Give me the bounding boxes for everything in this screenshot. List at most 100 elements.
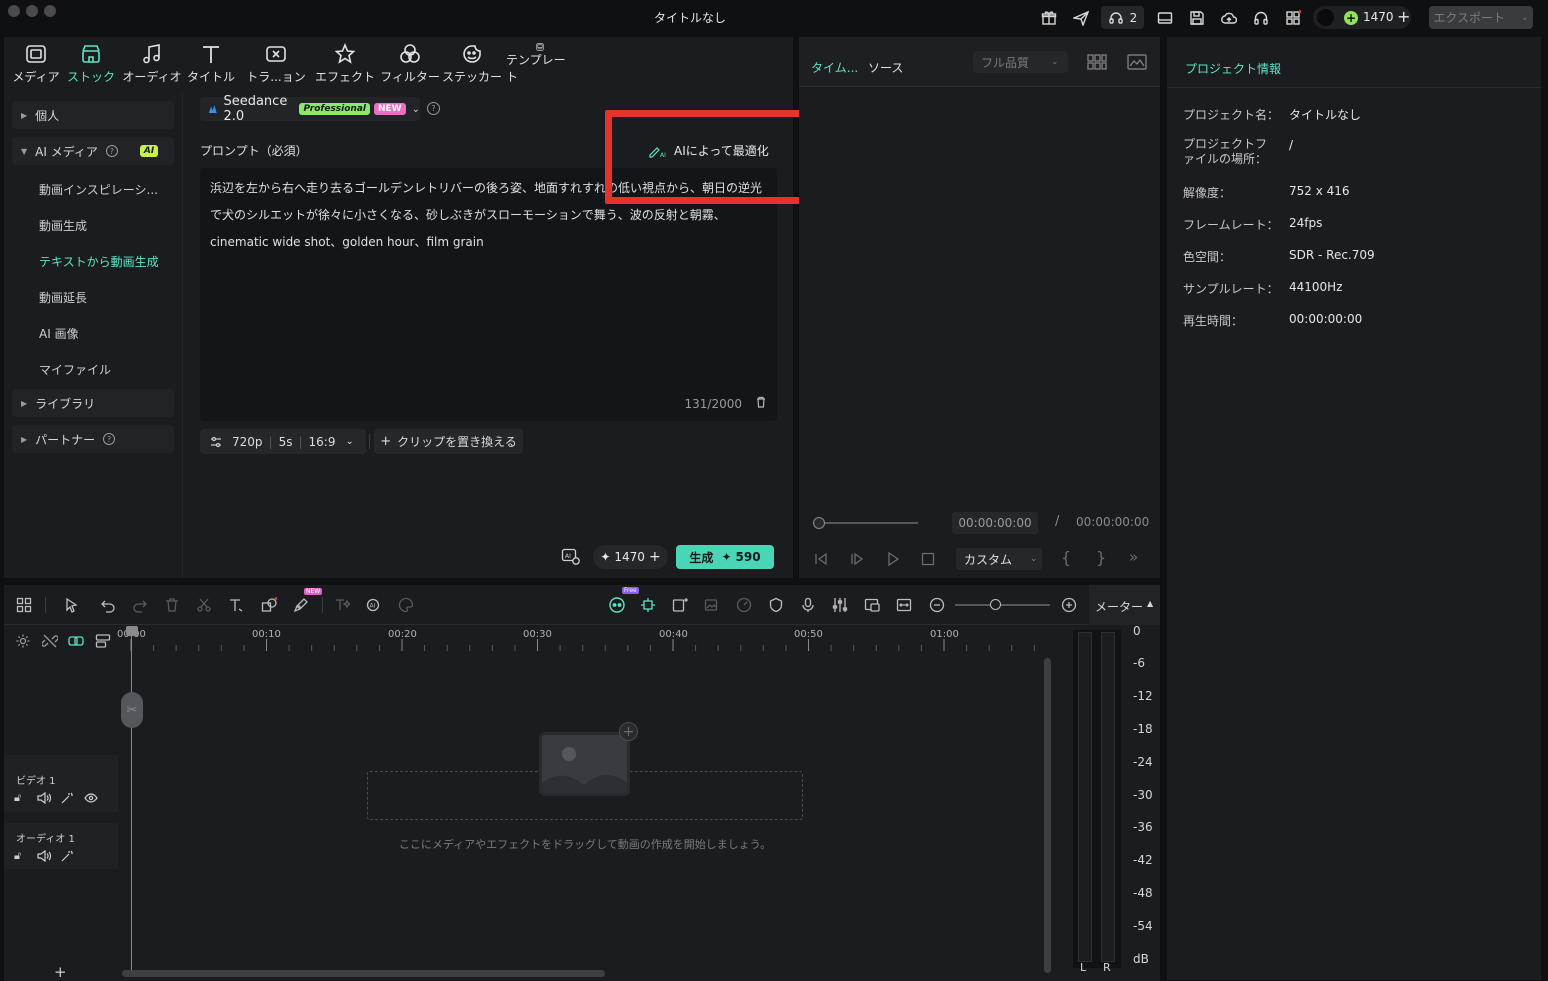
current-time[interactable]: 00:00:00:00	[952, 512, 1038, 534]
sidebar-item-video-inspiration[interactable]: 動画インスピレーシ...	[39, 181, 158, 198]
gift-icon[interactable]	[1039, 8, 1059, 28]
magic-wand-icon[interactable]	[61, 792, 73, 804]
link-icon[interactable]	[67, 632, 85, 650]
speed-ramp-icon[interactable]	[735, 596, 753, 614]
help-icon[interactable]: ?	[103, 433, 116, 445]
model-selector[interactable]: Seedance 2.0 Professional NEW ⌄	[200, 94, 420, 124]
tab-source-preview[interactable]: ソース	[868, 59, 903, 76]
send-icon[interactable]	[1071, 8, 1091, 28]
tab-transition[interactable]: トラ...ョン	[246, 43, 306, 85]
scissors-icon[interactable]	[195, 596, 213, 614]
sidebar-group-personal[interactable]: ▶ 個人	[12, 101, 174, 129]
microphone-icon[interactable]	[799, 596, 817, 614]
tab-templates[interactable]: テンプレート	[506, 43, 574, 85]
generate-button[interactable]: 生成 ✦ 590	[676, 545, 774, 569]
select-pointer-icon[interactable]	[63, 596, 81, 614]
headphones-icon[interactable]	[1251, 8, 1271, 28]
prompt-textarea[interactable]: 浜辺を左から右へ走り去るゴールデンレトリバーの後ろ姿、地面すれすれの低い視点から…	[200, 168, 777, 421]
vertical-scrollbar[interactable]	[1044, 658, 1051, 973]
meter-toggle[interactable]: メーター ▲	[1089, 585, 1160, 625]
pen-tool-icon[interactable]	[292, 596, 310, 614]
help-icon[interactable]: ?	[105, 145, 118, 157]
auto-reframe-icon[interactable]	[639, 596, 657, 614]
tab-effects[interactable]: エフェクト	[314, 43, 376, 85]
playhead-marker[interactable]	[126, 626, 138, 636]
quality-select[interactable]: フル品質 ⌄	[973, 51, 1068, 73]
avatar[interactable]	[1317, 9, 1334, 26]
add-media-icon[interactable]: +	[619, 722, 638, 741]
tab-filters[interactable]: フィルター	[380, 43, 440, 85]
zoom-select[interactable]: カスタム ⌄	[956, 548, 1042, 570]
playhead-handle[interactable]	[813, 517, 825, 529]
ai-text-icon[interactable]	[333, 596, 351, 614]
shield-mask-icon[interactable]	[767, 596, 785, 614]
play-icon[interactable]	[885, 551, 901, 567]
sidebar-group-ai-media[interactable]: ▼ AI メディア ? AI	[12, 137, 174, 165]
mark-out-icon[interactable]: }	[1096, 548, 1106, 567]
unlink-icon[interactable]	[41, 632, 59, 650]
undo-icon[interactable]	[99, 596, 117, 614]
add-track-icon[interactable]: +	[54, 963, 67, 981]
grid-view-icon[interactable]	[1087, 54, 1107, 70]
ai-optimize-button[interactable]: AI AIによって最適化	[648, 142, 769, 159]
zoom-in-icon[interactable]	[1060, 596, 1078, 614]
zoom-slider-handle[interactable]	[990, 599, 1001, 610]
apps-grid-icon[interactable]	[1283, 8, 1303, 28]
zoom-slider-track[interactable]	[955, 604, 1050, 606]
ai-tools-icon[interactable]: AI	[365, 596, 383, 614]
horizontal-scrollbar[interactable]	[122, 970, 605, 977]
ai-copilot-icon[interactable]	[608, 596, 626, 614]
zoom-out-icon[interactable]	[928, 596, 946, 614]
replace-clip-button[interactable]: + クリップを置き換える	[374, 429, 523, 454]
delete-icon[interactable]	[163, 596, 181, 614]
add-credits-icon[interactable]: +	[1397, 7, 1410, 26]
mark-in-icon[interactable]: {	[1061, 548, 1071, 567]
track-settings-icon[interactable]	[14, 632, 32, 650]
playback-progress-track[interactable]	[818, 522, 918, 524]
audio-mixer-icon[interactable]	[831, 596, 849, 614]
image-edit-icon[interactable]	[703, 596, 721, 614]
lock-icon[interactable]: 🔓︎	[14, 849, 21, 863]
trash-icon[interactable]	[755, 396, 767, 408]
step-back-icon[interactable]	[813, 551, 829, 567]
layout-icon[interactable]	[1155, 8, 1175, 28]
eye-icon[interactable]	[84, 793, 98, 803]
tab-stickers[interactable]: ステッカー	[442, 43, 502, 85]
playhead-scissors-handle[interactable]: ✂	[121, 692, 143, 728]
color-palette-icon[interactable]	[397, 596, 415, 614]
fit-width-icon[interactable]	[895, 596, 913, 614]
sidebar-group-library[interactable]: ▶ ライブラリ	[12, 389, 174, 417]
video-settings-button[interactable]: 720p | 5s | 16:9 ⌄	[200, 429, 366, 454]
export-button[interactable]: エクスポート ⌄	[1429, 6, 1533, 29]
notifications-button[interactable]: 2	[1101, 6, 1144, 29]
volume-icon[interactable]	[37, 792, 51, 804]
storyboard-icon[interactable]	[671, 596, 689, 614]
sidebar-item-text-to-video[interactable]: テキストから動画生成	[39, 253, 159, 270]
snapshot-image-icon[interactable]	[1127, 54, 1147, 70]
save-icon[interactable]	[1187, 8, 1207, 28]
tab-audio[interactable]: オーディオ	[122, 43, 182, 85]
help-icon[interactable]: ?	[427, 102, 440, 115]
step-forward-icon[interactable]	[849, 551, 865, 567]
sidebar-group-partner[interactable]: ▶ パートナー ?	[12, 425, 174, 453]
tab-timeline-preview[interactable]: タイム...	[811, 59, 858, 76]
sidebar-item-video-extend[interactable]: 動画延長	[39, 289, 87, 306]
redo-icon[interactable]	[131, 596, 149, 614]
credits-pill[interactable]: + 1470 +	[1313, 6, 1411, 29]
stop-icon[interactable]	[920, 551, 936, 567]
lock-icon[interactable]: 🔓︎	[14, 791, 21, 805]
cloud-upload-icon[interactable]	[1219, 8, 1239, 28]
more-controls-icon[interactable]: »	[1129, 548, 1138, 566]
sidebar-item-ai-image[interactable]: AI 画像	[39, 325, 79, 342]
magic-wand-icon[interactable]	[61, 850, 73, 862]
pip-settings-icon[interactable]	[863, 596, 881, 614]
ai-image-settings-icon[interactable]: AI	[561, 548, 581, 566]
sidebar-item-video-generation[interactable]: 動画生成	[39, 217, 87, 234]
text-tool-icon[interactable]	[227, 596, 245, 614]
layout-grid-icon[interactable]	[15, 596, 33, 614]
tab-media[interactable]: メディア	[12, 43, 60, 85]
track-layout-icon[interactable]	[94, 632, 112, 650]
tab-title[interactable]: タイトル	[186, 43, 236, 85]
tab-stock[interactable]: ストック	[66, 43, 116, 85]
credit-balance-button[interactable]: ✦ 1470 +	[593, 545, 668, 569]
